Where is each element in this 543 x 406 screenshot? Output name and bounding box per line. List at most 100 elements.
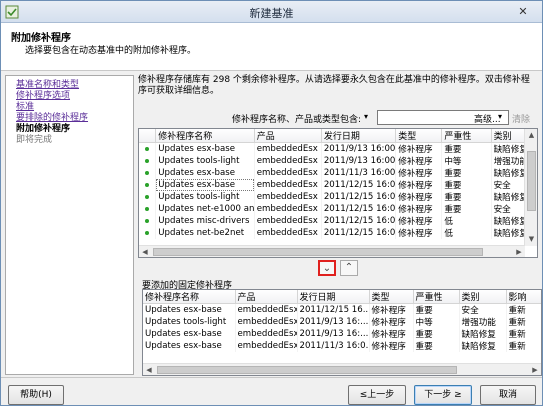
status-dot-icon	[139, 191, 157, 203]
column-header-patch-name[interactable]: 修补程序名称	[143, 290, 236, 304]
patch-name-cell: Updates net-be2net	[155, 227, 255, 239]
available-patch-row[interactable]: Updates esx-baseembeddedEsx ...2011/11/3…	[139, 167, 537, 179]
available-patch-row[interactable]: Updates esx-baseembeddedEsx ...2011/12/1…	[139, 179, 537, 191]
scroll-down-icon[interactable]: ▼	[525, 233, 537, 246]
product-cell: embeddedEsx ...	[254, 155, 322, 167]
severity-cell: 中等	[441, 155, 492, 167]
severity-cell: 中等	[413, 316, 460, 328]
remove-patch-up-icon[interactable]: ⌃	[340, 260, 358, 276]
move-buttons: ⌄ ⌃	[318, 260, 358, 278]
add-patch-down-icon[interactable]: ⌄	[318, 260, 336, 276]
filter-field-dropdown-icon[interactable]: ▾	[364, 112, 368, 121]
available-patch-row[interactable]: Updates esx-baseembeddedEsx ...2011/9/13…	[139, 142, 537, 155]
patch-name-cell: Updates tools-light	[143, 316, 236, 328]
type-cell: 修补程序	[369, 328, 414, 340]
product-cell: embeddedEsx...	[235, 316, 298, 328]
column-header-severity[interactable]: 严重性	[441, 129, 492, 143]
scroll-right-icon[interactable]: ▶	[513, 246, 525, 257]
available-header-row: 修补程序名称 产品 发行日期 类型 严重性 类别	[139, 129, 537, 143]
column-header-product[interactable]: 产品	[254, 129, 322, 143]
product-cell: embeddedEsx ...	[254, 227, 322, 239]
column-header-product[interactable]: 产品	[235, 290, 298, 304]
wizard-window: 新建基准 ✕ 附加修补程序 选择要包含在动态基准中的附加修补程序。 基准名称和类…	[0, 0, 543, 406]
severity-cell: 重要	[441, 179, 492, 191]
scroll-left-icon[interactable]: ◀	[139, 246, 151, 257]
selected-patches-grid[interactable]: 修补程序名称 产品 发行日期 类型 严重性 类别 影响 Updates esx-…	[142, 289, 542, 376]
column-header-release-date[interactable]: 发行日期	[321, 129, 397, 143]
step-criteria[interactable]: 标准	[6, 102, 133, 113]
impact-cell: 重新	[506, 316, 541, 328]
release-date-cell: 2011/9/13 16:...	[297, 316, 370, 328]
scroll-thumb[interactable]	[157, 366, 457, 374]
next-button[interactable]: 下一步 ≥	[414, 385, 472, 405]
severity-cell: 重要	[441, 203, 492, 215]
type-cell: 修补程序	[395, 203, 443, 215]
severity-cell: 重要	[441, 142, 492, 155]
category-cell: 增强功能	[459, 316, 507, 328]
column-header-severity[interactable]: 严重性	[413, 290, 460, 304]
status-dot-icon	[139, 227, 157, 239]
step-patch-options[interactable]: 修补程序选项	[6, 91, 133, 102]
impact-cell: 重新	[506, 340, 541, 352]
type-cell: 修补程序	[395, 179, 443, 191]
column-header-marker	[139, 129, 157, 143]
available-patches-grid[interactable]: 修补程序名称 产品 发行日期 类型 严重性 类别 Updates esx-bas…	[138, 128, 538, 258]
selected-horizontal-scrollbar[interactable]: ◀ ▶	[143, 363, 541, 375]
selected-patch-row[interactable]: Updates esx-baseembeddedEsx...2011/12/15…	[143, 303, 541, 316]
step-excluded-patches[interactable]: 要排除的修补程序	[6, 113, 133, 124]
column-header-category[interactable]: 类别	[459, 290, 507, 304]
column-header-impact[interactable]: 影响	[506, 290, 541, 304]
patch-name-cell: Updates esx-base	[155, 142, 255, 155]
release-date-cell: 2011/11/3 16:00:00	[321, 167, 397, 179]
product-cell: embeddedEsx ...	[254, 142, 322, 155]
back-button[interactable]: ≤上一步	[348, 385, 406, 405]
advanced-dropdown-icon[interactable]: ▾	[498, 112, 502, 121]
title-bar: 新建基准 ✕	[1, 1, 542, 23]
step-name-and-type[interactable]: 基准名称和类型	[6, 80, 133, 91]
available-horizontal-scrollbar[interactable]: ◀ ▶	[139, 245, 525, 257]
status-dot-icon	[139, 179, 157, 191]
column-header-release-date[interactable]: 发行日期	[297, 290, 370, 304]
scroll-left-icon[interactable]: ◀	[143, 364, 155, 375]
column-header-patch-name[interactable]: 修补程序名称	[155, 129, 255, 143]
patch-name-cell: Updates esx-base	[155, 167, 255, 179]
footer-divider	[1, 377, 542, 378]
impact-cell: 重新	[506, 303, 541, 316]
release-date-cell: 2011/9/13 16:...	[297, 328, 370, 340]
page-description: 选择要包含在动态基准中的附加修补程序。	[25, 46, 197, 56]
content-pane: 修补程序存储库有 298 个剩余修补程序。从请选择要永久包含在此基准中的修补程序…	[138, 73, 542, 378]
cancel-button[interactable]: 取消	[480, 385, 536, 405]
help-button[interactable]: 帮助(H)	[8, 385, 64, 405]
type-cell: 修补程序	[395, 167, 443, 179]
column-header-type[interactable]: 类型	[369, 290, 414, 304]
type-cell: 修补程序	[395, 142, 443, 155]
scroll-thumb[interactable]	[153, 248, 483, 256]
status-dot-icon	[139, 155, 157, 167]
selected-patch-row[interactable]: Updates esx-baseembeddedEsx...2011/11/3 …	[143, 340, 541, 352]
release-date-cell: 2011/9/13 16:00:00	[321, 155, 397, 167]
close-icon[interactable]: ✕	[510, 3, 536, 20]
available-patch-row[interactable]: Updates misc-driversembeddedEsx ...2011/…	[139, 215, 537, 227]
advanced-link[interactable]: 高级...	[474, 112, 501, 125]
clear-link[interactable]: 清除	[512, 112, 530, 125]
product-cell: embeddedEsx...	[235, 303, 298, 316]
patch-name-cell: Updates esx-base	[143, 340, 236, 352]
patch-name-cell: Updates misc-drivers	[155, 215, 255, 227]
window-title: 新建基准	[249, 7, 294, 20]
available-vertical-scrollbar[interactable]: ▲ ▼	[524, 129, 537, 246]
available-patch-row[interactable]: Updates net-be2netembeddedEsx ...2011/12…	[139, 227, 537, 239]
selected-patch-row[interactable]: Updates esx-baseembeddedEsx...2011/9/13 …	[143, 328, 541, 340]
type-cell: 修补程序	[395, 215, 443, 227]
severity-cell: 重要	[413, 303, 460, 316]
scroll-up-icon[interactable]: ▲	[525, 129, 537, 142]
scroll-thumb[interactable]	[527, 151, 536, 211]
available-patch-row[interactable]: Updates net-e1000 an...embeddedEsx ...20…	[139, 203, 537, 215]
product-cell: embeddedEsx ...	[254, 191, 322, 203]
selected-patch-row[interactable]: Updates tools-lightembeddedEsx...2011/9/…	[143, 316, 541, 328]
column-header-type[interactable]: 类型	[395, 129, 443, 143]
scroll-right-icon[interactable]: ▶	[529, 364, 541, 375]
available-patch-row[interactable]: Updates tools-lightembeddedEsx ...2011/1…	[139, 191, 537, 203]
release-date-cell: 2011/12/15 16:00...	[321, 203, 397, 215]
filter-label: 修补程序名称、产品或类型包含:	[232, 115, 362, 125]
available-patch-row[interactable]: Updates tools-lightembeddedEsx ...2011/9…	[139, 155, 537, 167]
